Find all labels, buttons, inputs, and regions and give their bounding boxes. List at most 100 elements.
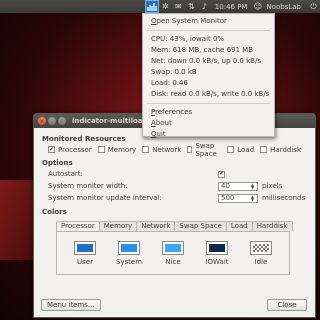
window-content: Monitored Resources ✔ Processor Memory Netw… <box>34 128 315 278</box>
color-label: IOWait <box>205 257 229 266</box>
options-title: Options <box>42 159 73 167</box>
autostart-label: Autostart: <box>48 170 83 178</box>
checkbox[interactable] <box>187 146 193 153</box>
top-panel: ✲ ✉ ⇅ ♪ 10:46 PM ☺ NoobsLab ⏻ <box>0 0 320 13</box>
color-option-system: System <box>111 240 147 266</box>
checkbox[interactable] <box>227 146 235 153</box>
clock[interactable]: 10:46 PM <box>211 3 252 11</box>
color-option-user: User <box>67 240 103 266</box>
resource-checkbox-load[interactable]: Load <box>227 146 254 154</box>
checkbox[interactable] <box>260 146 268 153</box>
checkbox-label: Network <box>152 145 182 154</box>
username[interactable]: NoobsLab <box>264 3 307 11</box>
indicator-dropdown-menu: Open System Monitor CPU: 43%, iowait 0% Me… <box>142 13 275 140</box>
window-footer: Menu items... Close <box>41 299 307 311</box>
system-tray: ✲ ✉ ⇅ ♪ 10:46 PM ☺ NoobsLab ⏻ <box>144 0 320 13</box>
color-label: User <box>77 257 93 266</box>
resource-checkbox-network[interactable]: Network <box>142 146 181 154</box>
tab-memory[interactable]: Memory <box>98 221 138 231</box>
menu-stat-item[interactable]: Swap: 0.0 kB <box>143 67 274 78</box>
color-option-idle: Idle <box>243 240 279 266</box>
menu-items-button[interactable]: Menu items... <box>41 299 101 311</box>
maximize-icon[interactable] <box>58 117 66 125</box>
color-button[interactable] <box>118 240 140 255</box>
tab-network[interactable]: Network <box>136 221 176 231</box>
autostart-row: Autostart: ✔ <box>48 168 307 180</box>
color-swatch-panel: User System Nice IOWait Idle <box>56 231 290 275</box>
spin-arrows[interactable]: ▲ ▼ <box>248 194 257 202</box>
color-fill <box>165 243 181 252</box>
interval-spinbox[interactable]: 500 ▲ ▼ <box>218 193 258 203</box>
width-spinbox[interactable]: 40 ▲ ▼ <box>218 181 258 191</box>
checkbox[interactable] <box>97 146 105 153</box>
close-button[interactable]: Close <box>267 299 307 311</box>
menu-item[interactable]: Quit <box>143 129 274 140</box>
menu-item[interactable]: Open System Monitor <box>143 16 274 27</box>
color-tabs: Processor Memory Network Swap Space Load Hard… <box>56 221 307 231</box>
colors-title: Colors <box>42 208 67 216</box>
indicator-multiload-window: × indicator-multiload Monitored Resource… <box>33 113 316 318</box>
interval-unit: milliseconds <box>262 194 306 202</box>
tab-harddisk[interactable]: Harddisk <box>251 221 293 231</box>
keyboard-icon[interactable]: ✲ <box>159 0 172 13</box>
close-window-icon[interactable]: × <box>38 117 46 125</box>
menu-stat-item[interactable]: Mem: 618 MB, cache 691 MB <box>143 45 274 56</box>
color-fill <box>253 243 269 252</box>
width-unit: pixels <box>262 182 283 190</box>
resource-checkbox-swap-space[interactable]: Swap Space <box>187 142 221 158</box>
color-label: Nice <box>165 257 181 266</box>
tab-processor[interactable]: Processor <box>56 221 100 231</box>
color-option-iowait: IOWait <box>199 240 235 266</box>
resource-checkbox-processor[interactable]: ✔ Processor <box>48 146 92 154</box>
graph-bar <box>154 6 157 11</box>
interval-value: 500 <box>221 194 235 202</box>
width-label: System monitor width: <box>48 182 128 190</box>
interval-row: System monitor update interval: 500 ▲ ▼ m… <box>48 192 307 204</box>
multiload-graph-icon[interactable] <box>144 0 159 13</box>
spin-down-icon[interactable]: ▼ <box>248 186 257 190</box>
menu-separator <box>147 103 270 104</box>
width-value: 40 <box>221 182 230 190</box>
spin-down-icon[interactable]: ▼ <box>248 198 257 202</box>
checkbox-label: Swap Space <box>195 141 217 158</box>
menu-stat-item[interactable]: CPU: 43%, iowait 0% <box>143 34 274 45</box>
color-button[interactable] <box>206 240 228 255</box>
window-title: indicator-multiload <box>72 117 148 125</box>
menu-item[interactable]: About <box>143 118 274 129</box>
checkbox-label: Processor <box>58 145 92 154</box>
menu-stat-item[interactable]: Load: 0.46 <box>143 78 274 89</box>
tab-swap-space[interactable]: Swap Space <box>174 221 227 231</box>
volume-icon[interactable]: ♪ <box>198 0 211 13</box>
power-icon[interactable]: ⏻ <box>307 0 320 13</box>
user-icon: ☺ <box>253 2 263 11</box>
menu-stat-item[interactable]: Disk: read 0.0 kB/s, write 0.0 kB/s <box>143 89 274 100</box>
network-icon[interactable]: ⇅ <box>185 0 198 13</box>
checkbox[interactable] <box>142 146 150 153</box>
interval-label: System monitor update interval: <box>48 194 162 202</box>
minimize-icon[interactable] <box>48 117 56 125</box>
checkbox[interactable]: ✔ <box>48 146 55 153</box>
spin-arrows[interactable]: ▲ ▼ <box>248 182 257 190</box>
color-button[interactable] <box>74 240 96 255</box>
menu-separator <box>147 30 270 31</box>
width-row: System monitor width: 40 ▲ ▼ pixels <box>48 180 307 192</box>
menu-stat-item[interactable]: Net: down 0.0 kB/s, up 0.0 kB/s <box>143 56 274 67</box>
resource-checkbox-harddisk[interactable]: Harddisk <box>260 146 301 154</box>
mail-icon[interactable]: ✉ <box>172 0 185 13</box>
color-fill <box>121 243 137 252</box>
color-label: System <box>115 257 143 266</box>
checkbox-label: Memory <box>107 145 137 154</box>
graph-bars <box>146 2 157 11</box>
menu-item[interactable]: Preferences <box>143 107 274 118</box>
resources-row: ✔ Processor Memory Network Swap Space Load Har… <box>48 142 307 158</box>
color-fill <box>209 243 225 252</box>
autostart-checkbox[interactable]: ✔ <box>218 170 225 178</box>
color-fill <box>77 243 93 252</box>
color-button[interactable] <box>162 240 184 255</box>
resource-checkbox-memory[interactable]: Memory <box>97 145 137 154</box>
color-option-nice: Nice <box>155 240 191 266</box>
color-label: Idle <box>254 257 268 266</box>
tab-load[interactable]: Load <box>225 221 253 231</box>
color-button[interactable] <box>250 240 272 255</box>
checkbox-label: Load <box>237 145 255 154</box>
